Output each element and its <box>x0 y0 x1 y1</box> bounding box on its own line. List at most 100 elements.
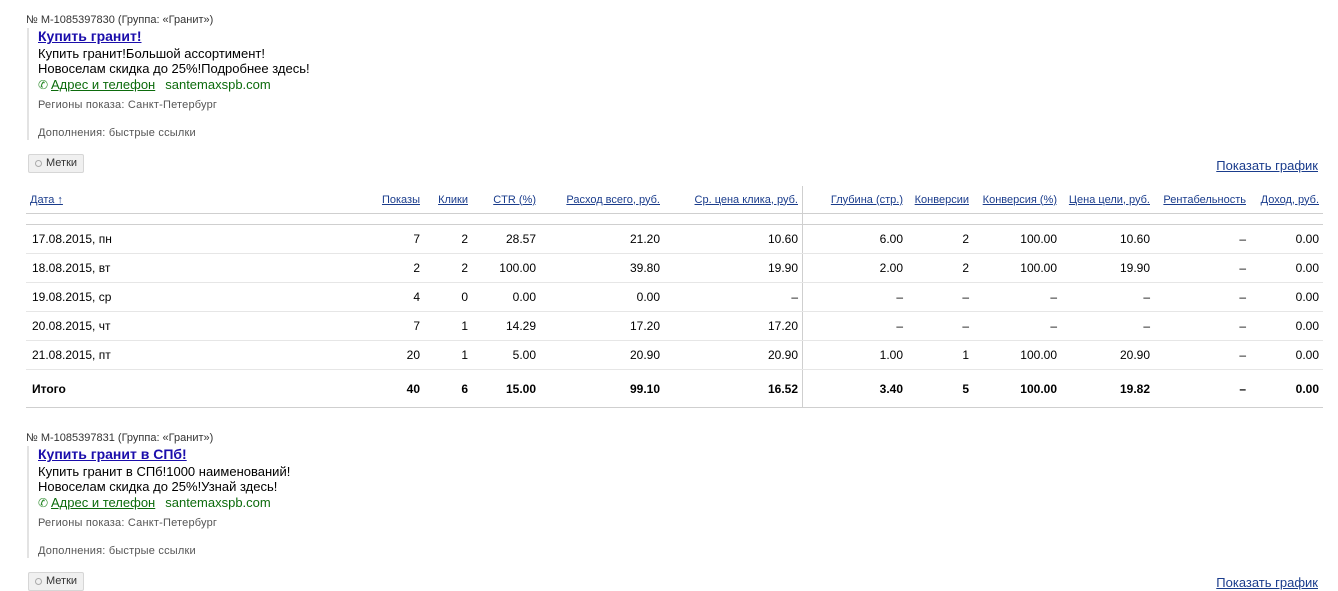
cell-date: 18.08.2015, вт <box>26 253 364 283</box>
ad-body: Купить гранит! Купить гранит!Большой асс… <box>27 28 310 140</box>
cell-revenue: 0.00 <box>1250 224 1323 254</box>
cell-cpc: 10.60 <box>664 224 803 254</box>
ad-text-line: Новоселам скидка до 25%!Узнай здесь! <box>38 479 278 494</box>
address-phone-link[interactable]: Адрес и телефон <box>51 77 155 92</box>
total-conversion-rate: 100.00 <box>973 369 1061 408</box>
show-chart-link[interactable]: Показать график <box>1216 158 1318 173</box>
cell-conversion-rate: – <box>973 311 1061 341</box>
col-goal-cost-header[interactable]: Цена цели, руб. <box>1061 186 1154 214</box>
total-impressions: 40 <box>364 369 424 408</box>
ad-id-line: № M-1085397830 (Группа: «Гранит») <box>26 12 310 28</box>
cell-date: 17.08.2015, пн <box>26 224 364 254</box>
ad-title-link[interactable]: Купить гранит! <box>38 28 142 45</box>
cell-depth: – <box>802 311 907 341</box>
col-clicks-header[interactable]: Клики <box>424 186 472 214</box>
total-profitability: – <box>1154 369 1250 408</box>
ad-block: № M-1085397831 (Группа: «Гранит») Купить… <box>26 430 290 558</box>
cell-goal-cost: 19.90 <box>1061 253 1154 283</box>
ad-text-line: Купить гранит!Большой ассортимент! <box>38 46 265 61</box>
cell-conversion-rate: 100.00 <box>973 224 1061 254</box>
cell-depth: 2.00 <box>802 253 907 283</box>
cell-spend: 39.80 <box>540 253 664 283</box>
tag-icon <box>35 159 42 167</box>
cell-depth: 6.00 <box>802 224 907 254</box>
address-phone-link[interactable]: Адрес и телефон <box>51 495 155 510</box>
cell-cpc: 17.20 <box>664 311 803 341</box>
col-conversion-rate-header[interactable]: Конверсия (%) <box>973 186 1061 214</box>
total-spend: 99.10 <box>540 369 664 408</box>
cell-ctr: 100.00 <box>472 253 540 283</box>
cell-revenue: 0.00 <box>1250 340 1323 370</box>
col-profitability-header[interactable]: Рентабельность <box>1154 186 1250 214</box>
cell-revenue: 0.00 <box>1250 282 1323 312</box>
cell-depth: – <box>802 282 907 312</box>
cell-conversions: 2 <box>907 253 973 283</box>
ad-contact: ✆ Адрес и телефон santemaxspb.com <box>38 495 290 511</box>
cell-spend: 21.20 <box>540 224 664 254</box>
cell-impressions: 7 <box>364 224 424 254</box>
cell-clicks: 0 <box>424 282 472 312</box>
cell-conversions: – <box>907 311 973 341</box>
col-conversions-header[interactable]: Конверсии <box>907 186 973 214</box>
table-header-row: Дата ↑ Показы Клики CTR (%) Расход всего… <box>26 186 1323 214</box>
col-impressions-header[interactable]: Показы <box>364 186 424 214</box>
cell-goal-cost: – <box>1061 282 1154 312</box>
tags-button[interactable]: Метки <box>28 572 85 591</box>
col-cpc-header[interactable]: Ср. цена клика, руб. <box>664 186 803 214</box>
ad-extras: Дополнения: быстрые ссылки <box>38 127 196 139</box>
cell-profitability: – <box>1154 311 1250 341</box>
ad-extras: Дополнения: быстрые ссылки <box>38 545 196 557</box>
tags-label: Метки <box>46 157 78 169</box>
ad-group: (Группа: «Гранит») <box>117 432 214 444</box>
col-ctr-header[interactable]: CTR (%) <box>472 186 540 214</box>
cell-profitability: – <box>1154 224 1250 254</box>
cell-goal-cost: – <box>1061 311 1154 341</box>
table-total-row: Итого 40 6 15.00 99.10 16.52 3.40 5 100.… <box>26 369 1323 408</box>
cell-date: 19.08.2015, ср <box>26 282 364 312</box>
cell-clicks: 2 <box>424 253 472 283</box>
col-revenue-header[interactable]: Доход, руб. <box>1250 186 1323 214</box>
cell-ctr: 0.00 <box>472 282 540 312</box>
cell-impressions: 7 <box>364 311 424 341</box>
cell-impressions: 2 <box>364 253 424 283</box>
cell-conversion-rate: 100.00 <box>973 253 1061 283</box>
tags-button[interactable]: Метки <box>28 154 85 173</box>
ad-group: (Группа: «Гранит») <box>117 14 214 26</box>
ad-text-line: Купить гранит в СПб!1000 наименований! <box>38 464 291 479</box>
ad-contact: ✆ Адрес и телефон santemaxspb.com <box>38 77 310 93</box>
cell-spend: 20.90 <box>540 340 664 370</box>
cell-profitability: – <box>1154 340 1250 370</box>
total-clicks: 6 <box>424 369 472 408</box>
cell-clicks: 1 <box>424 340 472 370</box>
table-row: 21.08.2015, пт 20 1 5.00 20.90 20.90 1.0… <box>26 340 1323 370</box>
col-date-header[interactable]: Дата ↑ <box>26 186 364 214</box>
cell-revenue: 0.00 <box>1250 253 1323 283</box>
cell-ctr: 14.29 <box>472 311 540 341</box>
cell-conversions: – <box>907 282 973 312</box>
ad-domain: santemaxspb.com <box>165 77 271 92</box>
cell-conversions: 2 <box>907 224 973 254</box>
cell-profitability: – <box>1154 253 1250 283</box>
ad-domain: santemaxspb.com <box>165 495 271 510</box>
total-label: Итого <box>26 369 364 408</box>
cell-clicks: 2 <box>424 224 472 254</box>
cell-cpc: – <box>664 282 803 312</box>
total-ctr: 15.00 <box>472 369 540 408</box>
cell-conversion-rate: 100.00 <box>973 340 1061 370</box>
cell-spend: 0.00 <box>540 282 664 312</box>
show-chart-link[interactable]: Показать график <box>1216 575 1318 590</box>
col-spend-header[interactable]: Расход всего, руб. <box>540 186 664 214</box>
total-cpc: 16.52 <box>664 369 803 408</box>
cell-ctr: 28.57 <box>472 224 540 254</box>
cell-impressions: 20 <box>364 340 424 370</box>
tag-icon <box>35 577 42 585</box>
cell-conversion-rate: – <box>973 282 1061 312</box>
total-goal-cost: 19.82 <box>1061 369 1154 408</box>
cell-conversions: 1 <box>907 340 973 370</box>
cell-cpc: 19.90 <box>664 253 803 283</box>
col-depth-header[interactable]: Глубина (стр.) <box>802 186 907 214</box>
cell-goal-cost: 20.90 <box>1061 340 1154 370</box>
ad-title-link[interactable]: Купить гранит в СПб! <box>38 446 187 463</box>
ad-id-line: № M-1085397831 (Группа: «Гранит») <box>26 430 290 446</box>
cell-revenue: 0.00 <box>1250 311 1323 341</box>
